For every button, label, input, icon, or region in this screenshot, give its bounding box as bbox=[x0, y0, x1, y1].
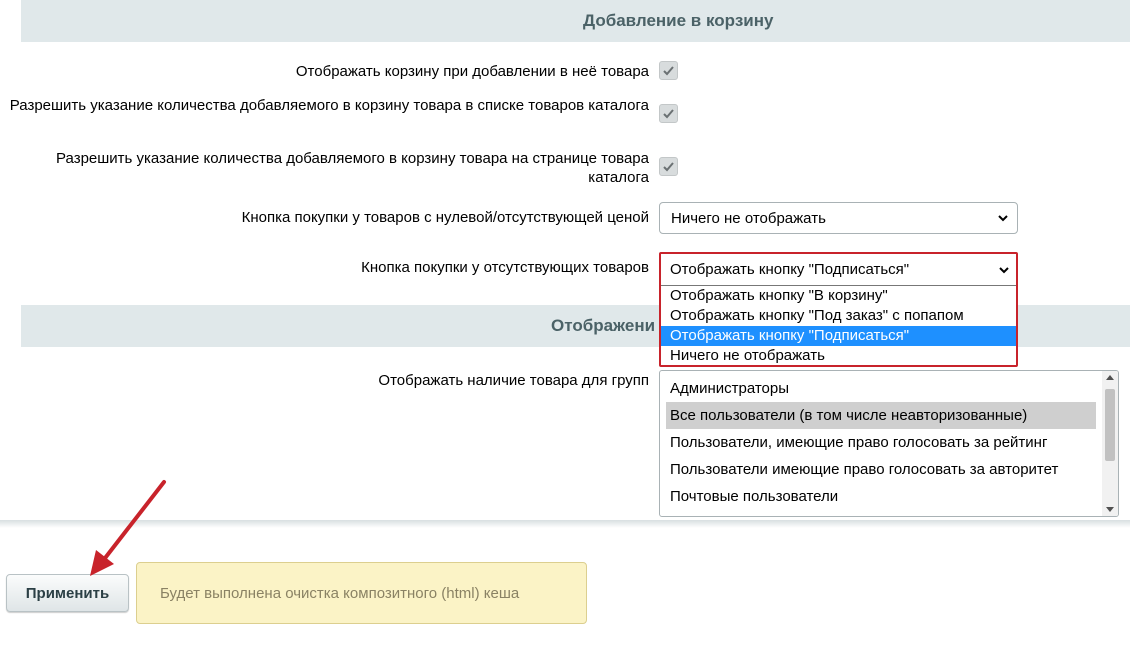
absent-select[interactable]: Отображать кнопку "Подписаться" bbox=[661, 254, 1016, 286]
settings-panel: Добавление в корзину Отображать корзину … bbox=[0, 0, 1130, 524]
dropdown-option[interactable]: Ничего не отображать bbox=[661, 346, 1016, 366]
dropdown-option-selected[interactable]: Отображать кнопку "Подписаться" bbox=[661, 326, 1016, 346]
groups-listbox[interactable]: Администраторы Все пользователи (в том ч… bbox=[659, 370, 1119, 517]
list-item[interactable]: Пользователи, имеющие право голосовать з… bbox=[666, 429, 1096, 456]
scroll-thumb[interactable] bbox=[1105, 389, 1115, 461]
listbox-scrollbar[interactable] bbox=[1102, 371, 1118, 516]
checkbox-qty-page[interactable] bbox=[659, 157, 678, 176]
select-value: Отображать кнопку "Подписаться" bbox=[670, 261, 910, 278]
list-item[interactable]: Администраторы bbox=[666, 375, 1096, 402]
scroll-down-icon[interactable] bbox=[1106, 507, 1114, 512]
select-value: Ничего не отображать bbox=[671, 209, 826, 227]
checkbox-qty-list[interactable] bbox=[659, 104, 678, 123]
label-show-cart: Отображать корзину при добавлении в неё … bbox=[295, 63, 649, 80]
list-item-highlighted[interactable]: Все пользователи (в том числе неавторизо… bbox=[666, 402, 1096, 429]
scroll-up-icon[interactable] bbox=[1106, 375, 1114, 380]
absent-select-dropdown[interactable]: Отображать кнопку "Подписаться" Отобража… bbox=[659, 252, 1018, 367]
zero-price-select[interactable]: Ничего не отображать bbox=[659, 202, 1018, 234]
list-item[interactable]: Почтовые пользователи bbox=[666, 483, 1096, 510]
label-zero-price: Кнопка покупки у товаров с нулевой/отсут… bbox=[241, 209, 649, 226]
list-item[interactable]: Пользователи имеющие право голосовать за… bbox=[666, 456, 1096, 483]
annotation-arrow-icon bbox=[90, 480, 166, 576]
apply-button[interactable]: Применить bbox=[6, 574, 129, 612]
section-title: Отображени bbox=[551, 316, 656, 335]
section-header-add-to-cart: Добавление в корзину bbox=[21, 0, 1130, 42]
label-groups: Отображать наличие товара для групп bbox=[378, 372, 649, 389]
checkbox-show-cart[interactable] bbox=[659, 61, 678, 80]
label-absent: Кнопка покупки у отсутствующих товаров bbox=[361, 259, 649, 276]
checkmark-icon bbox=[663, 109, 674, 119]
checkmark-icon bbox=[663, 162, 674, 172]
cache-notice: Будет выполнена очистка композитного (ht… bbox=[136, 562, 587, 624]
chevron-down-icon bbox=[999, 267, 1009, 274]
notice-text: Будет выполнена очистка композитного (ht… bbox=[160, 584, 520, 602]
dropdown-option[interactable]: Отображать кнопку "В корзину" bbox=[661, 286, 1016, 306]
section-title: Добавление в корзину bbox=[583, 11, 774, 30]
chevron-down-icon bbox=[998, 215, 1008, 222]
checkmark-icon bbox=[663, 66, 674, 76]
dropdown-option[interactable]: Отображать кнопку "Под заказ" с попапом bbox=[661, 306, 1016, 326]
label-qty-list: Разрешить указание количества добавляемо… bbox=[9, 97, 649, 114]
label-qty-page: Разрешить указание количества добавляемо… bbox=[56, 150, 649, 186]
